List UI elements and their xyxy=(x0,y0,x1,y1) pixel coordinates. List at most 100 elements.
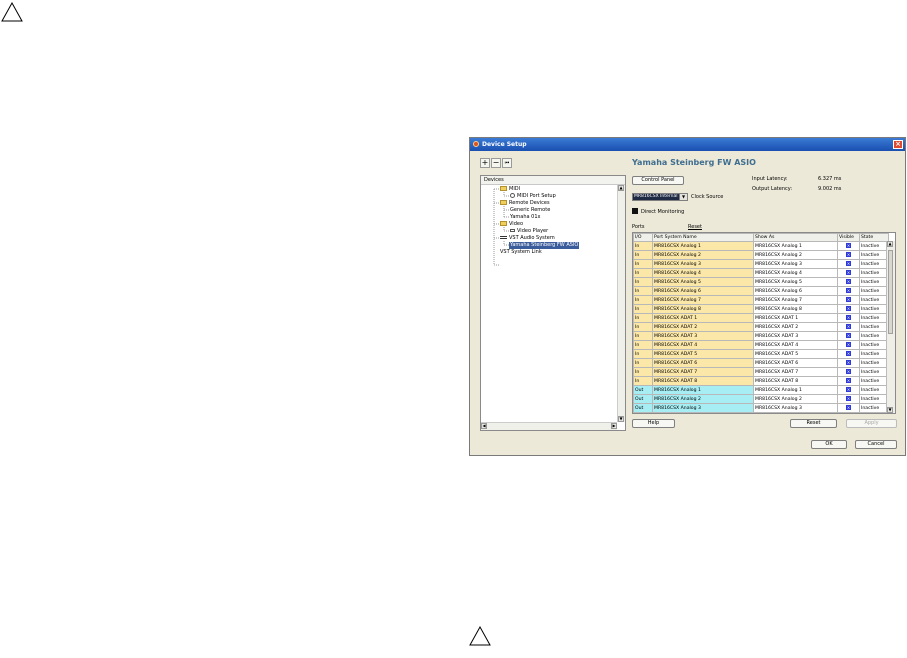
cell-io[interactable]: In xyxy=(633,349,653,359)
remove-device-button[interactable]: − xyxy=(491,158,501,168)
table-row[interactable]: In MR816CSX Analog 6 MR816CSX Analog 6 × Ina… xyxy=(633,286,889,296)
cell-io[interactable]: In xyxy=(633,286,653,296)
col-header-state[interactable]: State xyxy=(859,233,889,242)
scroll-up-arrow[interactable]: ▲ xyxy=(618,185,624,191)
cell-show-as[interactable]: MR816CSX Analog 2 xyxy=(753,250,838,260)
cell-port-system-name[interactable]: MR816CSX Analog 2 xyxy=(652,250,754,260)
table-row[interactable]: Out MR816CSX Analog 2 MR816CSX Analog 2 × In… xyxy=(633,394,889,404)
table-row[interactable]: In MR816CSX ADAT 4 MR816CSX ADAT 4 × Inactiv… xyxy=(633,340,889,350)
visible-checkbox[interactable]: × xyxy=(846,279,851,284)
cell-visible[interactable]: × xyxy=(837,286,860,296)
cell-io[interactable]: In xyxy=(633,295,653,305)
table-row[interactable]: In MR816CSX ADAT 1 MR816CSX ADAT 1 × Inactiv… xyxy=(633,313,889,323)
visible-checkbox[interactable]: × xyxy=(846,306,851,311)
cell-show-as[interactable]: MR816CSX ADAT 3 xyxy=(753,331,838,341)
devices-vertical-scrollbar[interactable]: ▲ ▼ xyxy=(617,185,625,422)
devices-horizontal-scrollbar[interactable]: ◀ ▶ xyxy=(481,422,617,430)
visible-checkbox[interactable]: × xyxy=(846,351,851,356)
tree-item-video[interactable]: Video xyxy=(500,221,523,228)
cell-port-system-name[interactable]: MR816CSX Analog 1 xyxy=(652,241,754,251)
cell-io[interactable]: In xyxy=(633,250,653,260)
table-row[interactable]: Out MR816CSX Analog 3 MR816CSX Analog 3 × In… xyxy=(633,403,889,413)
cell-port-system-name[interactable]: MR816CSX ADAT 2 xyxy=(652,322,754,332)
visible-checkbox[interactable]: × xyxy=(846,342,851,347)
cell-io[interactable]: In xyxy=(633,376,653,386)
col-header-show-as[interactable]: Show As xyxy=(753,233,838,242)
cell-port-system-name[interactable]: MR816CSX ADAT 6 xyxy=(652,358,754,368)
cell-io[interactable]: In xyxy=(633,241,653,251)
reset-device-button[interactable]: ⏮ xyxy=(502,158,512,168)
ok-button[interactable]: OK xyxy=(811,440,847,449)
tree-item-generic-remote[interactable]: Generic Remote xyxy=(510,207,550,214)
cell-visible[interactable]: × xyxy=(837,241,860,251)
table-row[interactable]: In MR816CSX Analog 3 MR816CSX Analog 3 × Ina… xyxy=(633,259,889,269)
scroll-down-arrow[interactable]: ▼ xyxy=(618,416,624,422)
cell-io[interactable]: In xyxy=(633,277,653,287)
cell-show-as[interactable]: MR816CSX ADAT 1 xyxy=(753,313,838,323)
table-row[interactable]: In MR816CSX ADAT 6 MR816CSX ADAT 6 × Inactiv… xyxy=(633,358,889,368)
tree-item-midi[interactable]: MIDI xyxy=(500,186,520,193)
cell-io[interactable]: In xyxy=(633,367,653,377)
cell-port-system-name[interactable]: MR816CSX ADAT 1 xyxy=(652,313,754,323)
close-button[interactable]: × xyxy=(893,140,903,149)
reset-button[interactable]: Reset xyxy=(790,419,837,428)
cell-port-system-name[interactable]: MR816CSX Analog 8 xyxy=(652,304,754,314)
cancel-button[interactable]: Cancel xyxy=(855,440,897,449)
cell-visible[interactable]: × xyxy=(837,322,860,332)
tree-item-video-player[interactable]: Video Player xyxy=(510,228,548,235)
cell-show-as[interactable]: MR816CSX ADAT 7 xyxy=(753,367,838,377)
table-row[interactable]: In MR816CSX ADAT 5 MR816CSX ADAT 5 × Inactiv… xyxy=(633,349,889,359)
cell-visible[interactable]: × xyxy=(837,313,860,323)
tree-item-yamaha-steinberg-fw-asio[interactable]: Yamaha Steinberg FW ASIO xyxy=(509,242,580,249)
cell-port-system-name[interactable]: MR816CSX Analog 3 xyxy=(652,403,754,413)
cell-port-system-name[interactable]: MR816CSX Analog 6 xyxy=(652,286,754,296)
tree-item-yamaha-01x[interactable]: Yamaha 01x xyxy=(510,214,541,221)
cell-port-system-name[interactable]: MR816CSX Analog 1 xyxy=(652,385,754,395)
cell-show-as[interactable]: MR816CSX Analog 1 xyxy=(753,385,838,395)
visible-checkbox[interactable]: × xyxy=(846,405,851,410)
table-row[interactable]: Out MR816CSX Analog 1 MR816CSX Analog 1 × In… xyxy=(633,385,889,395)
col-header-visible[interactable]: Visible xyxy=(837,233,860,242)
table-row[interactable]: In MR816CSX ADAT 2 MR816CSX ADAT 2 × Inactiv… xyxy=(633,322,889,332)
apply-button[interactable]: Apply xyxy=(846,419,897,428)
visible-checkbox[interactable]: × xyxy=(846,261,851,266)
cell-port-system-name[interactable]: MR816CSX Analog 5 xyxy=(652,277,754,287)
cell-io[interactable]: In xyxy=(633,268,653,278)
col-header-port-system-name[interactable]: Port System Name xyxy=(652,233,754,242)
scrollbar-thumb[interactable] xyxy=(888,250,893,334)
cell-visible[interactable]: × xyxy=(837,376,860,386)
scroll-up-arrow[interactable]: ▲ xyxy=(887,241,893,247)
cell-show-as[interactable]: MR816CSX Analog 2 xyxy=(753,394,838,404)
cell-show-as[interactable]: MR816CSX ADAT 2 xyxy=(753,322,838,332)
cell-port-system-name[interactable]: MR816CSX Analog 7 xyxy=(652,295,754,305)
cell-io[interactable]: Out xyxy=(633,394,653,404)
table-row[interactable]: In MR816CSX Analog 5 MR816CSX Analog 5 × Ina… xyxy=(633,277,889,287)
cell-visible[interactable]: × xyxy=(837,385,860,395)
title-bar[interactable]: Device Setup × xyxy=(470,138,905,151)
visible-checkbox[interactable]: × xyxy=(846,333,851,338)
visible-checkbox[interactable]: × xyxy=(846,270,851,275)
help-button[interactable]: Help xyxy=(632,419,675,428)
cell-show-as[interactable]: MR816CSX Analog 5 xyxy=(753,277,838,287)
tree-item-vst-audio-system[interactable]: VST Audio System xyxy=(500,235,555,242)
chevron-down-icon[interactable]: ▼ xyxy=(679,194,687,200)
cell-port-system-name[interactable]: MR816CSX Analog 2 xyxy=(652,394,754,404)
clock-source-dropdown[interactable]: MR816CSX Internal ▼ xyxy=(632,193,688,201)
cell-visible[interactable]: × xyxy=(837,277,860,287)
cell-io[interactable]: In xyxy=(633,331,653,341)
table-row[interactable]: In MR816CSX Analog 2 MR816CSX Analog 2 × Ina… xyxy=(633,250,889,260)
cell-show-as[interactable]: MR816CSX ADAT 5 xyxy=(753,349,838,359)
table-row[interactable]: In MR816CSX ADAT 3 MR816CSX ADAT 3 × Inactiv… xyxy=(633,331,889,341)
cell-visible[interactable]: × xyxy=(837,367,860,377)
visible-checkbox[interactable]: × xyxy=(846,396,851,401)
table-row[interactable]: In MR816CSX Analog 1 MR816CSX Analog 1 × Ina… xyxy=(633,241,889,251)
cell-port-system-name[interactable]: MR816CSX Analog 3 xyxy=(652,259,754,269)
cell-visible[interactable]: × xyxy=(837,403,860,413)
cell-io[interactable]: Out xyxy=(633,403,653,413)
cell-visible[interactable]: × xyxy=(837,331,860,341)
tree-item-midi-port-setup[interactable]: MIDI Port Setup xyxy=(510,193,556,200)
cell-io[interactable]: In xyxy=(633,358,653,368)
scroll-left-arrow[interactable]: ◀ xyxy=(481,423,487,429)
cell-visible[interactable]: × xyxy=(837,259,860,269)
visible-checkbox[interactable]: × xyxy=(846,297,851,302)
